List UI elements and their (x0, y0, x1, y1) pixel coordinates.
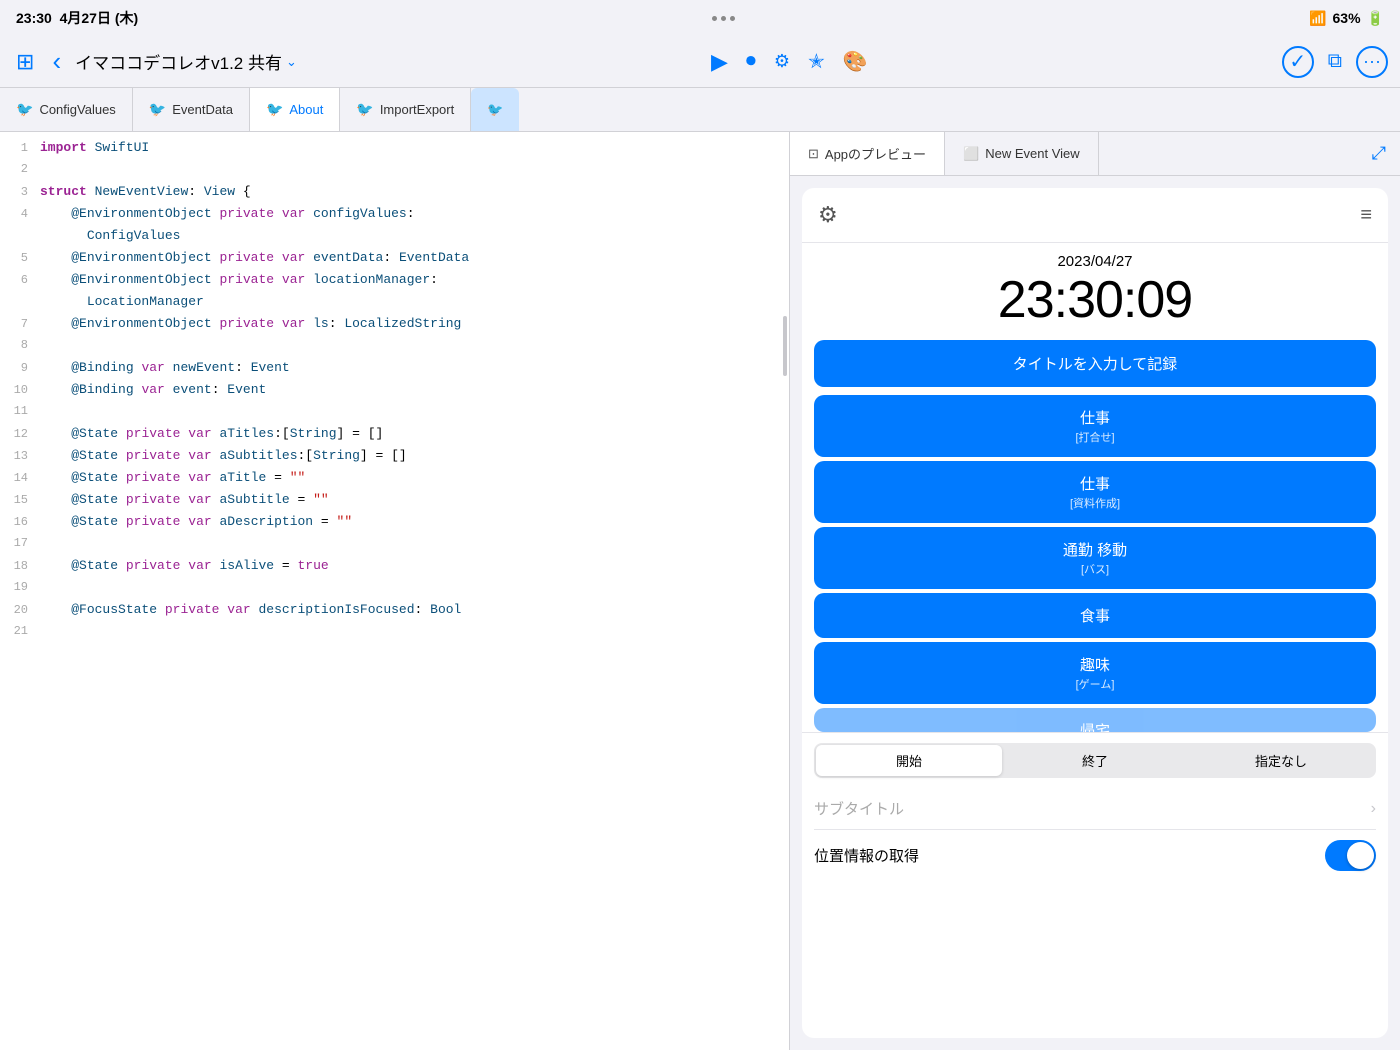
star-button[interactable]: ✭ (804, 45, 829, 78)
code-line: 16 @State private var aDescription = "" (0, 514, 789, 536)
editor-scrollbar[interactable] (783, 316, 787, 376)
tab-eventdata[interactable]: 🐦 EventData (133, 88, 250, 131)
status-dots (712, 16, 735, 21)
project-title: イマココデコレオv1.2 共有 ⌄ (75, 49, 297, 74)
segment-start[interactable]: 開始 (816, 745, 1002, 776)
play-button[interactable]: ▶ (707, 45, 732, 79)
subtitle-placeholder: サブタイトル (814, 798, 904, 819)
code-line: 20 @FocusState private var descriptionIs… (0, 602, 789, 624)
code-line: 14 @State private var aTitle = "" (0, 470, 789, 492)
code-line: 5 @EnvironmentObject private var eventDa… (0, 250, 789, 272)
tab-configvalues[interactable]: 🐦 ConfigValues (0, 88, 133, 131)
segment-end[interactable]: 終了 (1002, 745, 1188, 776)
code-line: 7 @EnvironmentObject private var ls: Loc… (0, 316, 789, 338)
code-lines: 1 import SwiftUI 2 3 struct NewEventView… (0, 132, 789, 654)
main-layout: 1 import SwiftUI 2 3 struct NewEventView… (0, 132, 1400, 1050)
code-line: 19 (0, 580, 789, 602)
event-button-3[interactable]: 食事 (814, 593, 1376, 638)
code-line: 2 (0, 162, 789, 184)
preview-tabs: ⊡ Appのプレビュー ⬜ New Event View ⤢ (790, 132, 1400, 176)
code-line: 6 @EnvironmentObject private var locatio… (0, 272, 789, 294)
adjust-button[interactable]: ⚙ (770, 47, 794, 76)
window-icon: ⬜ (963, 146, 979, 162)
bottom-controls: 開始 終了 指定なし サブタイトル › 位置情報の取得 (802, 732, 1388, 891)
swift-icon-more: 🐦 (487, 102, 503, 118)
tab-app-preview[interactable]: ⊡ Appのプレビュー (790, 132, 945, 175)
code-line: 6 LocationManager (0, 294, 789, 316)
event-button-0[interactable]: 仕事 [打合せ] (814, 395, 1376, 457)
back-button[interactable]: ‹ (48, 42, 65, 81)
code-line: 11 (0, 404, 789, 426)
more-button[interactable]: ··· (1356, 46, 1388, 78)
status-bar: 23:30 4月27日 (木) 📶 63% 🔋 (0, 0, 1400, 36)
tab-new-event-view[interactable]: ⬜ New Event View (945, 132, 1099, 175)
event-button-1[interactable]: 仕事 [資料作成] (814, 461, 1376, 523)
preview-panel: ⊡ Appのプレビュー ⬜ New Event View ⤢ ⚙ ≡ 2023/… (790, 132, 1400, 1050)
clock-time: 23:30:09 (802, 270, 1388, 330)
segment-none[interactable]: 指定なし (1188, 745, 1374, 776)
code-line: 10 @Binding var event: Event (0, 382, 789, 404)
code-line: 3 struct NewEventView: View { (0, 184, 789, 206)
code-line: 18 @State private var isAlive = true (0, 558, 789, 580)
battery-icon: 🔋 (1367, 10, 1384, 27)
status-time: 23:30 4月27日 (木) (16, 8, 138, 28)
location-toggle[interactable] (1325, 840, 1376, 871)
code-line: 15 @State private var aSubtitle = "" (0, 492, 789, 514)
swift-icon-eventdata: 🐦 (149, 101, 166, 118)
status-right: 📶 63% 🔋 (1309, 10, 1384, 27)
code-line: 12 @State private var aTitles:[String] =… (0, 426, 789, 448)
code-line: 1 import SwiftUI (0, 140, 789, 162)
battery-label: 63% (1333, 10, 1361, 26)
code-line: 8 (0, 338, 789, 360)
code-line: 17 (0, 536, 789, 558)
tab-about[interactable]: 🐦 About (250, 88, 340, 131)
toolbar: ⊞ ‹ イマココデコレオv1.2 共有 ⌄ ▶ ⏺ ⚙ ✭ 🎨 ✓ ⧉ ··· (0, 36, 1400, 88)
swift-icon-about: 🐦 (266, 101, 283, 118)
record-button[interactable]: ⏺ (742, 46, 760, 77)
check-button[interactable]: ✓ (1282, 46, 1314, 78)
app-header: ⚙ ≡ (802, 188, 1388, 243)
code-line: 13 @State private var aSubtitles:[String… (0, 448, 789, 470)
location-toggle-row: 位置情報の取得 (814, 830, 1376, 881)
clock-date: 2023/04/27 (802, 253, 1388, 270)
expand-button[interactable]: ⤢ (1358, 132, 1400, 175)
wifi-icon: 📶 (1309, 10, 1326, 27)
swift-icon-configvalues: 🐦 (16, 101, 33, 118)
clock-section: 2023/04/27 23:30:09 (802, 243, 1388, 336)
code-editor: 1 import SwiftUI 2 3 struct NewEventView… (0, 132, 790, 1050)
event-buttons-list: 仕事 [打合せ] 仕事 [資料作成] 通勤 移動 [バス] 食事 趣味 [ゲーム… (802, 391, 1388, 732)
event-button-5[interactable]: 帰宅 (814, 708, 1376, 732)
subtitle-row[interactable]: サブタイトル › (814, 788, 1376, 830)
chevron-down-icon[interactable]: ⌄ (286, 54, 297, 70)
copy-button[interactable]: ⧉ (1324, 46, 1346, 77)
settings-icon[interactable]: ⚙ (818, 202, 838, 228)
code-line: 4 @EnvironmentObject private var configV… (0, 206, 789, 228)
preview-content: ⚙ ≡ 2023/04/27 23:30:09 タイトルを入力して記録 仕事 [… (802, 188, 1388, 1038)
code-line: 4 ConfigValues (0, 228, 789, 250)
segment-control: 開始 終了 指定なし (814, 743, 1376, 778)
title-input-button[interactable]: タイトルを入力して記録 (814, 340, 1376, 387)
chevron-right-icon: › (1371, 800, 1376, 818)
sidebar-toggle-button[interactable]: ⊞ (12, 45, 38, 79)
code-line: 21 (0, 624, 789, 646)
paint-button[interactable]: 🎨 (839, 45, 872, 78)
event-button-2[interactable]: 通勤 移動 [バス] (814, 527, 1376, 589)
tabs-bar: 🐦 ConfigValues 🐦 EventData 🐦 About 🐦 Imp… (0, 88, 1400, 132)
swift-icon-importexport: 🐦 (356, 101, 373, 118)
location-label: 位置情報の取得 (814, 845, 919, 866)
list-icon[interactable]: ≡ (1360, 204, 1372, 227)
preview-tab-icon: ⊡ (808, 146, 819, 162)
expand-icon: ⤢ (1372, 143, 1386, 164)
event-button-4[interactable]: 趣味 [ゲーム] (814, 642, 1376, 704)
tab-more[interactable]: 🐦 (471, 88, 519, 131)
code-line: 9 @Binding var newEvent: Event (0, 360, 789, 382)
tab-importexport[interactable]: 🐦 ImportExport (340, 88, 471, 131)
